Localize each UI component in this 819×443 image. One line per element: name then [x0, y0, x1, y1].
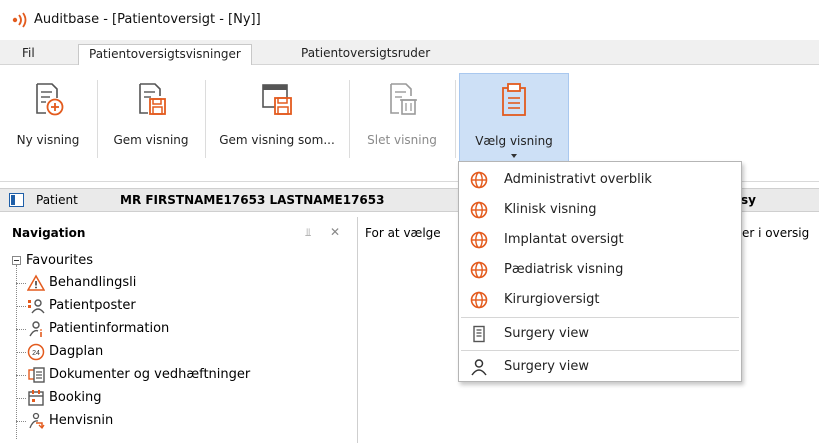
- window-title: Auditbase - [Patientoversigt - [Ny]]: [34, 12, 261, 27]
- new-document-plus-icon: [36, 83, 64, 116]
- signal-waves-icon: [12, 12, 27, 28]
- globe-icon: [470, 261, 488, 279]
- save-view-label: Gem visning: [113, 133, 189, 147]
- collapse-icon[interactable]: [12, 256, 21, 265]
- menu-separator: [461, 317, 739, 318]
- documents-attachments-icon: [28, 367, 45, 383]
- choose-view-dropdown: Administrativt overblik Klinisk visning …: [458, 161, 742, 382]
- 24-hours-icon: 24: [27, 343, 45, 361]
- menu-item-administrativt-overblik[interactable]: Administrativt overblik: [459, 165, 741, 195]
- globe-icon: [470, 171, 488, 189]
- menu-item-surgery-view-document[interactable]: Surgery view: [459, 319, 741, 349]
- warning-triangle-icon: [27, 274, 45, 291]
- navigation-title: Navigation: [12, 226, 86, 240]
- patient-label: Patient: [36, 193, 78, 207]
- menu-item-kirurgioversigt[interactable]: Kirurgioversigt: [459, 285, 741, 315]
- globe-icon: [470, 201, 488, 219]
- pin-icon[interactable]: ⫫: [305, 226, 311, 240]
- user-icon: [471, 359, 487, 376]
- content-hint-right: er i oversig: [742, 226, 810, 240]
- globe-icon: [470, 231, 488, 249]
- clipboard-list-icon: [502, 83, 526, 116]
- delete-view-label: Slet visning: [367, 133, 437, 147]
- patient-info-icon: [29, 321, 42, 337]
- chevron-down-icon: [511, 154, 517, 158]
- save-document-icon: [139, 83, 166, 115]
- ribbon-tab-bar: Fil Patientoversigtsvisninger Patientove…: [0, 40, 819, 66]
- new-view-label: Ny visning: [16, 133, 80, 147]
- menu-item-surgery-view-user[interactable]: Surgery view: [459, 352, 741, 382]
- tab-fil[interactable]: Fil: [12, 44, 45, 65]
- close-icon[interactable]: ✕: [330, 225, 340, 239]
- tab-patientoversigtsruder[interactable]: Patientoversigtsruder: [291, 44, 440, 65]
- panel-toggle-icon[interactable]: [9, 193, 24, 207]
- ribbon-separator: [455, 80, 456, 158]
- menu-item-implantat-oversigt[interactable]: Implantat oversigt: [459, 225, 741, 255]
- save-view-as-button[interactable]: Gem visning som...: [208, 73, 346, 165]
- menu-separator: [461, 350, 739, 351]
- document-list-icon: [473, 325, 485, 343]
- ribbon-separator: [349, 80, 350, 158]
- patient-name: MR FIRSTNAME17653 LASTNAME17653: [120, 193, 385, 207]
- navigation-pane: Navigation ⫫ ✕ Favourites Behandlingsli: [0, 217, 358, 443]
- ribbon-separator: [97, 80, 98, 158]
- content-hint-left: For at vælge: [365, 226, 441, 240]
- delete-document-icon: [390, 83, 417, 115]
- patient-bar-right-text: sy: [741, 193, 756, 207]
- save-view-as-label: Gem visning som...: [219, 133, 335, 147]
- title-bar: Auditbase - [Patientoversigt - [Ny]]: [0, 0, 819, 40]
- menu-item-klinisk-visning[interactable]: Klinisk visning: [459, 195, 741, 225]
- save-as-window-icon: [262, 84, 292, 115]
- choose-view-label: Vælg visning: [475, 134, 553, 148]
- referral-icon: [29, 412, 45, 430]
- save-view-button[interactable]: Gem visning: [100, 73, 202, 165]
- new-view-button[interactable]: Ny visning: [2, 73, 94, 165]
- delete-view-button[interactable]: Slet visning: [352, 73, 452, 165]
- tab-patientoversigtsvisninger[interactable]: Patientoversigtsvisninger: [78, 44, 252, 66]
- ribbon-separator: [205, 80, 206, 158]
- calendar-icon: [28, 390, 44, 406]
- patient-records-icon: [28, 299, 45, 314]
- menu-item-paediatrisk-visning[interactable]: Pædiatrisk visning: [459, 255, 741, 285]
- svg-text:24: 24: [32, 350, 40, 357]
- globe-icon: [470, 291, 488, 309]
- choose-view-button[interactable]: Vælg visning: [459, 73, 569, 165]
